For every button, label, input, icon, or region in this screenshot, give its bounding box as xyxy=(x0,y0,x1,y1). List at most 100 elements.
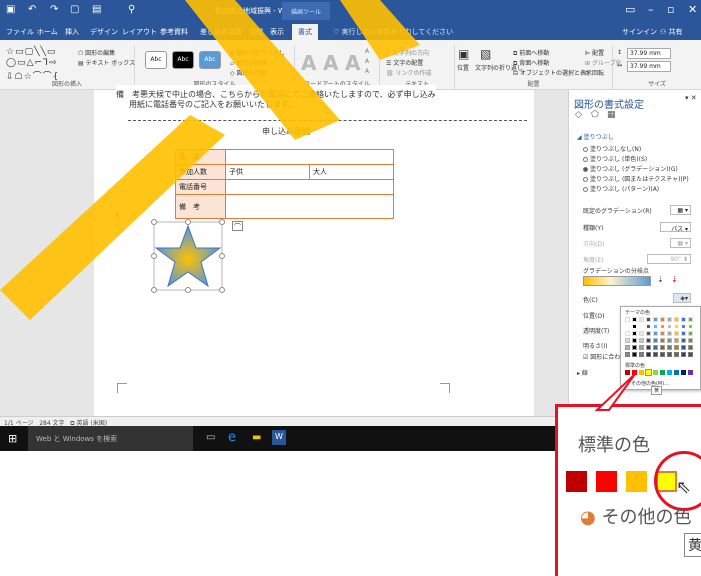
theme-color-swatch[interactable] xyxy=(688,338,693,343)
theme-color-swatch[interactable] xyxy=(688,352,693,357)
fill-option-pattern[interactable]: 塗りつぶし (パターン)(A) xyxy=(583,184,659,193)
theme-color-swatch[interactable] xyxy=(674,338,679,343)
type-dropdown[interactable]: パス ▾ xyxy=(660,222,691,233)
theme-color-swatch[interactable] xyxy=(646,331,651,336)
tab-layout[interactable]: レイアウト xyxy=(122,27,157,37)
star-shape[interactable] xyxy=(150,218,226,294)
style-swatch-white[interactable]: Abc xyxy=(145,51,167,69)
shape-width-field[interactable]: 37.99 mm xyxy=(627,61,671,72)
theme-color-swatch[interactable] xyxy=(653,324,658,329)
bring-forward-button[interactable]: ⧉ 前面へ移動 xyxy=(513,48,549,58)
theme-color-swatch[interactable] xyxy=(653,331,658,336)
angle-field[interactable]: 90° ⬍ xyxy=(647,254,691,264)
fill-section-header[interactable]: ◢ 塗りつぶし xyxy=(577,132,614,141)
tab-home[interactable]: ホーム xyxy=(37,27,58,37)
theme-color-swatch[interactable] xyxy=(674,317,679,322)
theme-color-swatch[interactable] xyxy=(688,345,693,350)
theme-color-swatch[interactable] xyxy=(639,331,644,336)
theme-color-swatch[interactable] xyxy=(632,331,637,336)
theme-color-swatch[interactable] xyxy=(660,345,665,350)
theme-color-swatch[interactable] xyxy=(681,352,686,357)
theme-color-swatch[interactable] xyxy=(639,317,644,322)
position-icon[interactable]: ▣ xyxy=(458,47,469,61)
theme-color-swatch[interactable] xyxy=(646,317,651,322)
standard-color-swatch[interactable] xyxy=(674,370,679,375)
fill-option-gradient[interactable]: 塗りつぶし (グラデーション)(G) xyxy=(583,164,678,173)
word-taskbar-icon[interactable]: W xyxy=(272,430,286,445)
adult-cell[interactable]: 大人 xyxy=(309,164,394,180)
phone-cell[interactable] xyxy=(225,179,394,195)
gradient-stop-bar[interactable] xyxy=(583,276,651,286)
standard-color-swatch[interactable] xyxy=(667,370,672,375)
wordart-style-1[interactable]: A xyxy=(301,51,316,75)
rotate-button[interactable]: ⟳ 回転 xyxy=(585,68,604,77)
shape-fill-button[interactable]: ◈ 図形の塗りつぶし xyxy=(230,48,285,57)
tab-design[interactable]: デザイン xyxy=(90,27,118,37)
selection-pane-button[interactable]: ⊟ オブジェクトの選択と表示 xyxy=(513,68,592,77)
windows-start-icon[interactable]: ⊞ xyxy=(8,432,17,445)
theme-color-swatch[interactable] xyxy=(667,324,672,329)
preset-gradient-dropdown[interactable]: ▦ ▾ xyxy=(670,205,691,215)
direction-dropdown[interactable]: ▦ ▾ xyxy=(670,238,691,248)
layout-options-icon[interactable]: ⌒ xyxy=(232,221,243,231)
line-section-header[interactable]: ▸ 線 xyxy=(577,368,588,377)
notes-cell[interactable] xyxy=(225,194,394,219)
wordart-style-2[interactable]: A xyxy=(323,51,338,75)
theme-color-swatch[interactable] xyxy=(688,331,693,336)
text-fill-icon[interactable]: A xyxy=(365,48,369,55)
wrap-text-icon[interactable]: ▧ xyxy=(480,47,491,61)
theme-color-swatch[interactable] xyxy=(681,345,686,350)
child-cell[interactable]: 子供 xyxy=(225,164,310,180)
theme-color-swatch[interactable] xyxy=(660,331,665,336)
fill-line-tab-icon[interactable]: ◇ xyxy=(575,110,582,120)
resize-handle[interactable] xyxy=(185,219,191,225)
theme-color-swatch[interactable] xyxy=(674,331,679,336)
share-button[interactable]: ⚇ 共有 xyxy=(660,27,683,37)
theme-color-swatch[interactable] xyxy=(660,352,665,357)
name-cell[interactable] xyxy=(225,149,394,165)
text-direction-button[interactable]: ⇅ 文字列の方向 xyxy=(386,48,429,57)
shapes-gallery[interactable]: ☆▭▢╲╲▭ xyxy=(6,47,56,57)
theme-color-swatch[interactable] xyxy=(632,352,637,357)
theme-color-swatch[interactable] xyxy=(625,331,630,336)
signin-link[interactable]: サインイン xyxy=(622,27,657,37)
theme-color-swatch[interactable] xyxy=(625,345,630,350)
theme-color-swatch[interactable] xyxy=(632,317,637,322)
star-polygon[interactable] xyxy=(154,224,222,288)
add-stop-icon[interactable]: ⇣ xyxy=(657,275,664,284)
color-picker-button[interactable]: ◈▾ xyxy=(673,293,691,303)
theme-color-swatch[interactable] xyxy=(667,317,672,322)
fill-option-none[interactable]: 塗りつぶしなし(N) xyxy=(583,144,641,153)
tell-me-box[interactable]: ♡ 実行したい作業を入力してください xyxy=(333,27,453,37)
edge-icon[interactable]: e xyxy=(228,430,236,445)
theme-color-swatch[interactable] xyxy=(653,352,658,357)
theme-color-swatch[interactable] xyxy=(646,338,651,343)
tab-insert[interactable]: 挿入 xyxy=(65,27,79,37)
theme-color-swatch[interactable] xyxy=(625,338,630,343)
standard-color-swatch[interactable] xyxy=(660,370,665,375)
theme-color-swatch[interactable] xyxy=(688,317,693,322)
shape-height-field[interactable]: 37.99 mm xyxy=(627,48,671,59)
theme-color-swatch[interactable] xyxy=(639,324,644,329)
theme-color-swatch[interactable] xyxy=(667,331,672,336)
style-swatch-black[interactable]: Abc xyxy=(172,51,194,69)
theme-color-swatch[interactable] xyxy=(653,317,658,322)
remove-stop-icon[interactable]: ⇣ xyxy=(671,275,678,284)
maximize-icon[interactable]: ▫ xyxy=(667,3,674,16)
new-doc-icon[interactable]: ▢ xyxy=(70,4,79,15)
theme-color-swatch[interactable] xyxy=(667,338,672,343)
theme-color-swatch[interactable] xyxy=(660,324,665,329)
theme-color-swatch[interactable] xyxy=(681,338,686,343)
resize-handle[interactable] xyxy=(151,287,157,293)
yellow-swatch-selected[interactable] xyxy=(645,369,652,376)
resize-handle[interactable] xyxy=(185,287,191,293)
resize-handle[interactable] xyxy=(219,287,225,293)
explorer-icon[interactable]: ▬ xyxy=(252,432,261,443)
theme-color-swatch[interactable] xyxy=(674,345,679,350)
standard-color-swatch[interactable] xyxy=(688,370,693,375)
position-button[interactable]: 位置 xyxy=(457,63,469,72)
theme-color-swatch[interactable] xyxy=(639,345,644,350)
text-effects-icon[interactable]: A xyxy=(365,68,369,75)
taskbar-search-box[interactable]: Web と Windows を検索 xyxy=(28,426,193,451)
layout-tab-icon[interactable]: ▦ xyxy=(607,110,616,120)
